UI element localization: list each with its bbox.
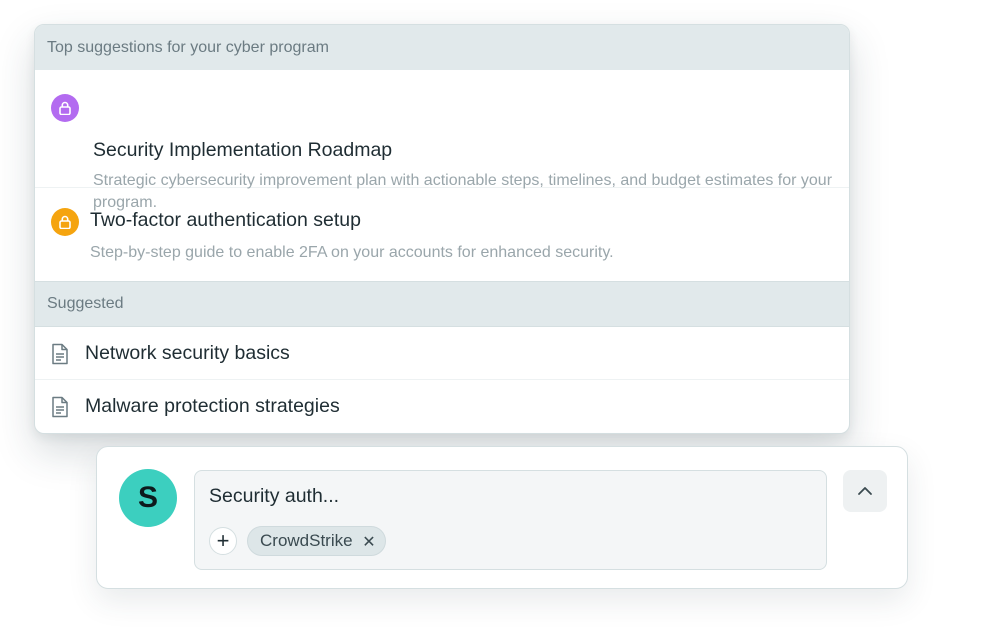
- document-icon: [52, 343, 68, 365]
- suggestion-description: Step-by-step guide to enable 2FA on your…: [90, 244, 614, 261]
- context-chip: CrowdStrike ✕: [247, 526, 386, 556]
- suggested-header-label: Suggested: [47, 295, 124, 312]
- message-composer: S Security auth... + CrowdStrike ✕: [96, 446, 908, 589]
- suggested-header: Suggested: [35, 281, 849, 327]
- suggestion-title: Security Implementation Roadmap: [93, 139, 393, 161]
- suggested-item-label: Malware protection strategies: [85, 395, 340, 417]
- suggested-item-label: Network security basics: [85, 342, 290, 364]
- plus-icon: +: [216, 528, 230, 553]
- close-icon[interactable]: ✕: [362, 532, 375, 552]
- top-suggestions-header-label: Top suggestions for your cyber program: [47, 38, 329, 56]
- suggestions-popup: Top suggestions for your cyber program S…: [34, 24, 850, 434]
- document-icon: [52, 396, 68, 418]
- chevron-up-icon: [858, 487, 872, 495]
- suggestion-item-roadmap[interactable]: Security Implementation Roadmap Strategi…: [35, 70, 849, 211]
- avatar: S: [119, 469, 177, 527]
- chip-label: CrowdStrike: [260, 531, 353, 550]
- suggested-item-malware-protection[interactable]: Malware protection strategies: [35, 380, 849, 433]
- add-button[interactable]: +: [209, 527, 237, 555]
- search-input[interactable]: Security auth... + CrowdStrike ✕: [194, 470, 827, 570]
- avatar-letter: S: [137, 481, 158, 514]
- collapse-button[interactable]: [843, 470, 887, 512]
- suggestion-title: Two-factor authentication setup: [90, 209, 361, 231]
- suggested-item-network-security[interactable]: Network security basics: [35, 327, 849, 380]
- search-input-value[interactable]: Security auth...: [209, 485, 339, 508]
- top-suggestions-header: Top suggestions for your cyber program: [35, 25, 849, 70]
- lock-icon: [51, 208, 79, 236]
- lock-icon: [51, 94, 79, 122]
- suggestion-item-2fa[interactable]: Two-factor authentication setup Step-by-…: [35, 188, 849, 281]
